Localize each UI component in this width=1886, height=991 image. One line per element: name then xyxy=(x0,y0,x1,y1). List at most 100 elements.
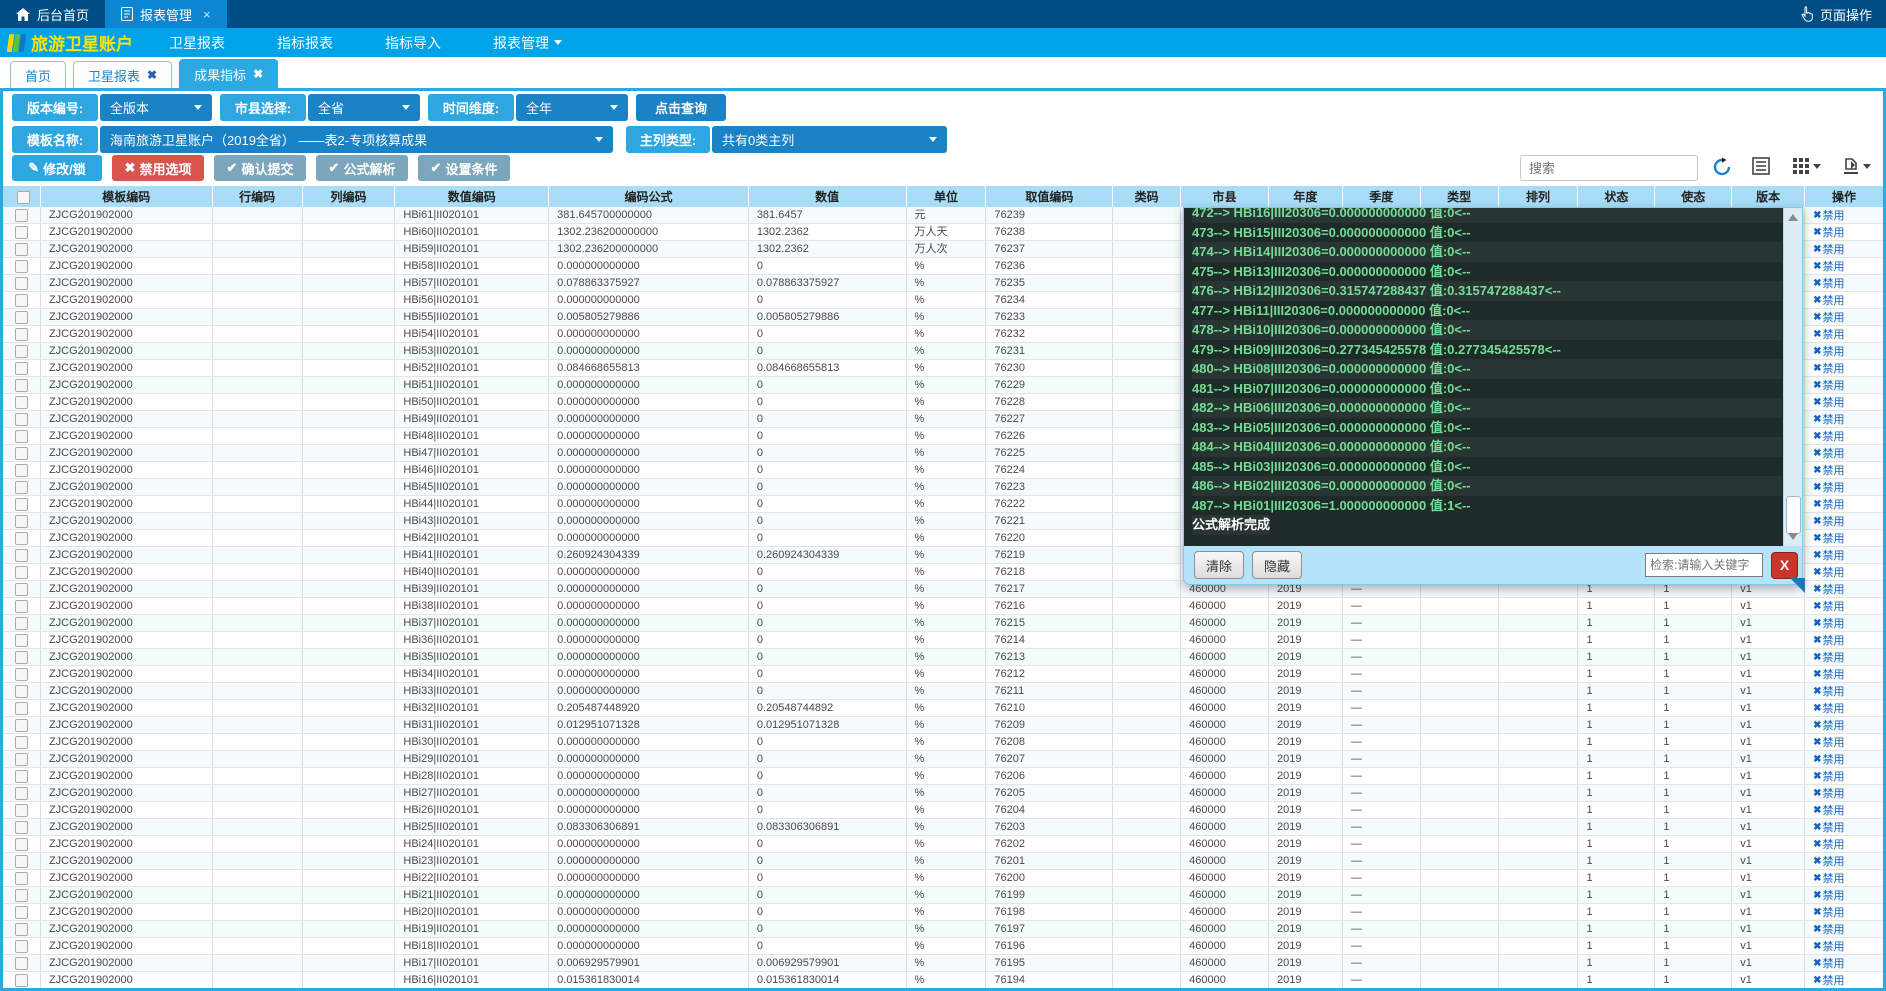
disable-row-link[interactable]: ✖禁用 xyxy=(1813,531,1844,546)
disable-row-link[interactable]: ✖禁用 xyxy=(1813,378,1844,393)
disable-row-link[interactable]: ✖禁用 xyxy=(1813,735,1844,750)
scroll-up-icon[interactable] xyxy=(1788,214,1798,221)
disable-row-link[interactable]: ✖禁用 xyxy=(1813,786,1844,801)
row-checkbox[interactable] xyxy=(15,532,28,545)
disable-row-link[interactable]: ✖禁用 xyxy=(1813,820,1844,835)
disable-row-link[interactable]: ✖禁用 xyxy=(1813,242,1844,257)
refresh-button[interactable] xyxy=(1712,157,1732,177)
console-scrollbar[interactable] xyxy=(1783,208,1802,546)
disable-row-link[interactable]: ✖禁用 xyxy=(1813,327,1844,342)
row-checkbox[interactable] xyxy=(15,566,28,579)
confirm-submit-button[interactable]: ✔确认提交 xyxy=(214,155,306,181)
header-operation[interactable]: 操作 xyxy=(1805,186,1883,207)
disable-row-link[interactable]: ✖禁用 xyxy=(1813,582,1844,597)
header-order[interactable]: 排列 xyxy=(1499,186,1579,207)
disable-row-link[interactable]: ✖禁用 xyxy=(1813,276,1844,291)
row-checkbox[interactable] xyxy=(15,209,28,222)
row-checkbox[interactable] xyxy=(15,243,28,256)
row-checkbox[interactable] xyxy=(15,481,28,494)
header-year[interactable]: 年度 xyxy=(1269,186,1343,207)
row-checkbox[interactable] xyxy=(15,447,28,460)
disable-row-link[interactable]: ✖禁用 xyxy=(1813,344,1844,359)
row-checkbox[interactable] xyxy=(15,430,28,443)
disable-row-link[interactable]: ✖禁用 xyxy=(1813,446,1844,461)
row-checkbox[interactable] xyxy=(15,651,28,664)
header-usage[interactable]: 使态 xyxy=(1655,186,1732,207)
page-operations[interactable]: 页面操作 xyxy=(1786,0,1886,28)
row-checkbox[interactable] xyxy=(15,226,28,239)
row-checkbox[interactable] xyxy=(15,328,28,341)
header-quarter[interactable]: 季度 xyxy=(1343,186,1421,207)
header-class-code[interactable]: 类码 xyxy=(1113,186,1181,207)
disable-row-link[interactable]: ✖禁用 xyxy=(1813,208,1844,223)
disable-row-link[interactable]: ✖禁用 xyxy=(1813,837,1844,852)
disable-row-link[interactable]: ✖禁用 xyxy=(1813,616,1844,631)
header-template-code[interactable]: 模板编码 xyxy=(41,186,213,207)
scrollbar-thumb[interactable] xyxy=(1786,496,1801,534)
disable-row-link[interactable]: ✖禁用 xyxy=(1813,412,1844,427)
template-select[interactable]: 海南旅游卫星账户（2019全省） ——表2-专项核算成果 xyxy=(100,126,613,153)
disable-row-link[interactable]: ✖禁用 xyxy=(1813,956,1844,971)
console-close-button[interactable]: X xyxy=(1771,552,1798,579)
close-icon[interactable]: ✖ xyxy=(253,67,263,81)
disable-row-link[interactable]: ✖禁用 xyxy=(1813,888,1844,903)
row-checkbox[interactable] xyxy=(15,923,28,936)
disable-row-link[interactable]: ✖禁用 xyxy=(1813,480,1844,495)
modify-lock-button[interactable]: ✎修改/锁 xyxy=(12,155,102,181)
header-value[interactable]: 数值 xyxy=(749,186,907,207)
row-checkbox[interactable] xyxy=(15,311,28,324)
row-checkbox[interactable] xyxy=(15,396,28,409)
row-checkbox[interactable] xyxy=(15,974,28,987)
disable-row-link[interactable]: ✖禁用 xyxy=(1813,497,1844,512)
row-checkbox[interactable] xyxy=(15,498,28,511)
console-search-input[interactable] xyxy=(1645,553,1763,577)
disable-row-link[interactable]: ✖禁用 xyxy=(1813,905,1844,920)
disable-row-link[interactable]: ✖禁用 xyxy=(1813,429,1844,444)
disable-row-link[interactable]: ✖禁用 xyxy=(1813,752,1844,767)
row-checkbox[interactable] xyxy=(15,940,28,953)
tab-satellite-report[interactable]: 卫星报表✖ xyxy=(73,61,172,88)
menu-report-management[interactable]: 报表管理 xyxy=(467,28,588,57)
header-col-code[interactable]: 列编码 xyxy=(303,186,396,207)
tab-result-indicator[interactable]: 成果指标✖ xyxy=(179,59,278,88)
search-input[interactable] xyxy=(1520,155,1698,181)
console-hide-button[interactable]: 隐藏 xyxy=(1252,551,1302,579)
header-formula[interactable]: 编码公式 xyxy=(549,186,749,207)
version-select[interactable]: 全版本 xyxy=(100,94,212,121)
disable-row-link[interactable]: ✖禁用 xyxy=(1813,310,1844,325)
console-clear-button[interactable]: 清除 xyxy=(1194,551,1244,579)
row-checkbox[interactable] xyxy=(15,260,28,273)
disable-row-link[interactable]: ✖禁用 xyxy=(1813,854,1844,869)
columns-button[interactable] xyxy=(1792,157,1821,175)
scroll-down-icon[interactable] xyxy=(1788,533,1798,540)
menu-indicator-report[interactable]: 指标报表 xyxy=(251,28,359,57)
header-value-code[interactable]: 数值编码 xyxy=(395,186,549,207)
disable-row-link[interactable]: ✖禁用 xyxy=(1813,548,1844,563)
disable-row-link[interactable]: ✖禁用 xyxy=(1813,684,1844,699)
row-checkbox[interactable] xyxy=(15,719,28,732)
row-checkbox[interactable] xyxy=(15,821,28,834)
row-checkbox[interactable] xyxy=(15,362,28,375)
disable-row-link[interactable]: ✖禁用 xyxy=(1813,650,1844,665)
row-checkbox[interactable] xyxy=(15,668,28,681)
select-all-checkbox[interactable] xyxy=(17,191,30,204)
header-row-code[interactable]: 行编码 xyxy=(213,186,303,207)
row-checkbox[interactable] xyxy=(15,277,28,290)
disable-row-link[interactable]: ✖禁用 xyxy=(1813,514,1844,529)
header-county[interactable]: 市县 xyxy=(1181,186,1269,207)
row-checkbox[interactable] xyxy=(15,855,28,868)
disable-row-link[interactable]: ✖禁用 xyxy=(1813,701,1844,716)
disable-row-link[interactable]: ✖禁用 xyxy=(1813,922,1844,937)
time-select[interactable]: 全年 xyxy=(516,94,628,121)
tab-home[interactable]: 首页 xyxy=(10,61,66,88)
header-status[interactable]: 状态 xyxy=(1578,186,1655,207)
row-checkbox[interactable] xyxy=(15,634,28,647)
row-checkbox[interactable] xyxy=(15,770,28,783)
disable-row-link[interactable]: ✖禁用 xyxy=(1813,293,1844,308)
row-checkbox[interactable] xyxy=(15,515,28,528)
menu-indicator-import[interactable]: 指标导入 xyxy=(359,28,467,57)
disable-row-link[interactable]: ✖禁用 xyxy=(1813,599,1844,614)
row-checkbox[interactable] xyxy=(15,685,28,698)
row-checkbox[interactable] xyxy=(15,736,28,749)
row-checkbox[interactable] xyxy=(15,957,28,970)
